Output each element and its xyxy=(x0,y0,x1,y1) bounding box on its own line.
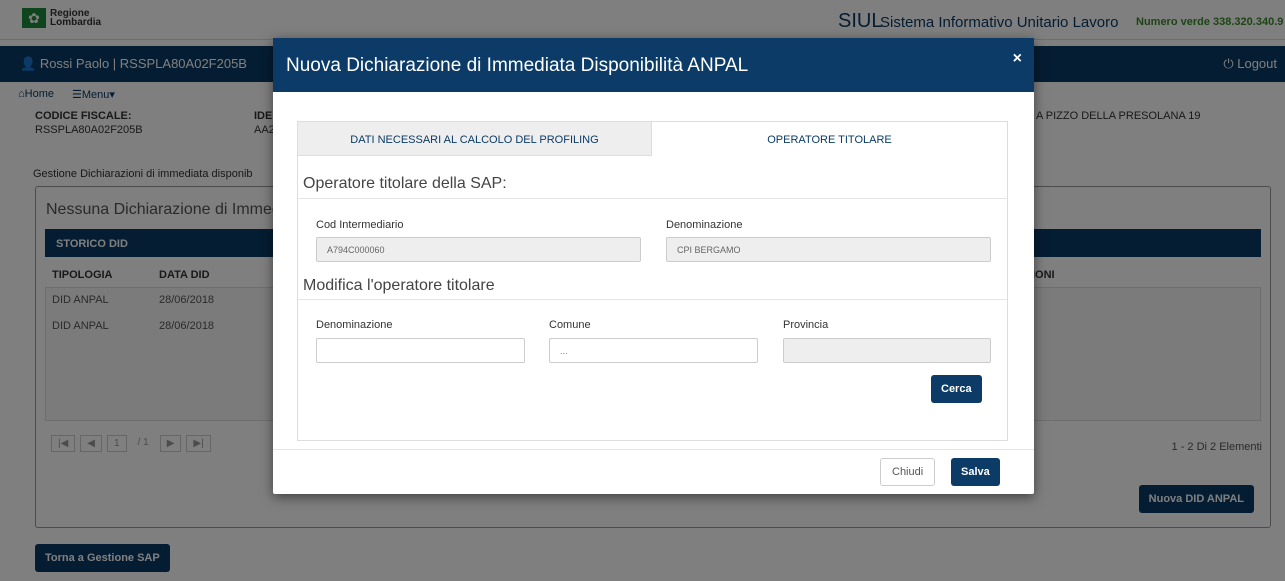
modal-header: Nuova Dichiarazione di Immediata Disponi… xyxy=(273,38,1034,92)
section-operatore-titolare-title: Operatore titolare della SAP: xyxy=(303,175,507,192)
close-icon[interactable]: × xyxy=(1013,50,1022,68)
denominazione-field-readonly xyxy=(666,237,991,262)
denominazione-label: Denominazione xyxy=(666,219,743,231)
provincia-field xyxy=(783,338,991,363)
modal-footer: Chiudi Salva xyxy=(273,449,1034,494)
cod-intermediario-field xyxy=(316,237,641,262)
cerca-button[interactable]: Cerca xyxy=(931,375,982,403)
section-divider-2 xyxy=(298,299,1007,300)
denominazione-search-label: Denominazione xyxy=(316,319,393,331)
cod-intermediario-label: Cod Intermediario xyxy=(316,219,404,231)
salva-button[interactable]: Salva xyxy=(951,458,1000,486)
nuova-did-modal: Nuova Dichiarazione di Immediata Disponi… xyxy=(273,38,1034,494)
tab-operatore-titolare[interactable]: OPERATORE TITOLARE xyxy=(652,122,1007,156)
section-modifica-title: Modifica l'operatore titolare xyxy=(303,277,495,294)
comune-label: Comune xyxy=(549,319,591,331)
comune-input[interactable] xyxy=(549,338,758,363)
section-divider xyxy=(298,198,1007,199)
tab-container: DATI NECESSARI AL CALCOLO DEL PROFILING … xyxy=(297,121,1008,441)
modal-title: Nuova Dichiarazione di Immediata Disponi… xyxy=(286,55,749,76)
denominazione-search-input[interactable] xyxy=(316,338,525,363)
provincia-label: Provincia xyxy=(783,319,829,331)
tab-dati-profiling[interactable]: DATI NECESSARI AL CALCOLO DEL PROFILING xyxy=(298,122,652,156)
chiudi-button[interactable]: Chiudi xyxy=(880,458,936,486)
